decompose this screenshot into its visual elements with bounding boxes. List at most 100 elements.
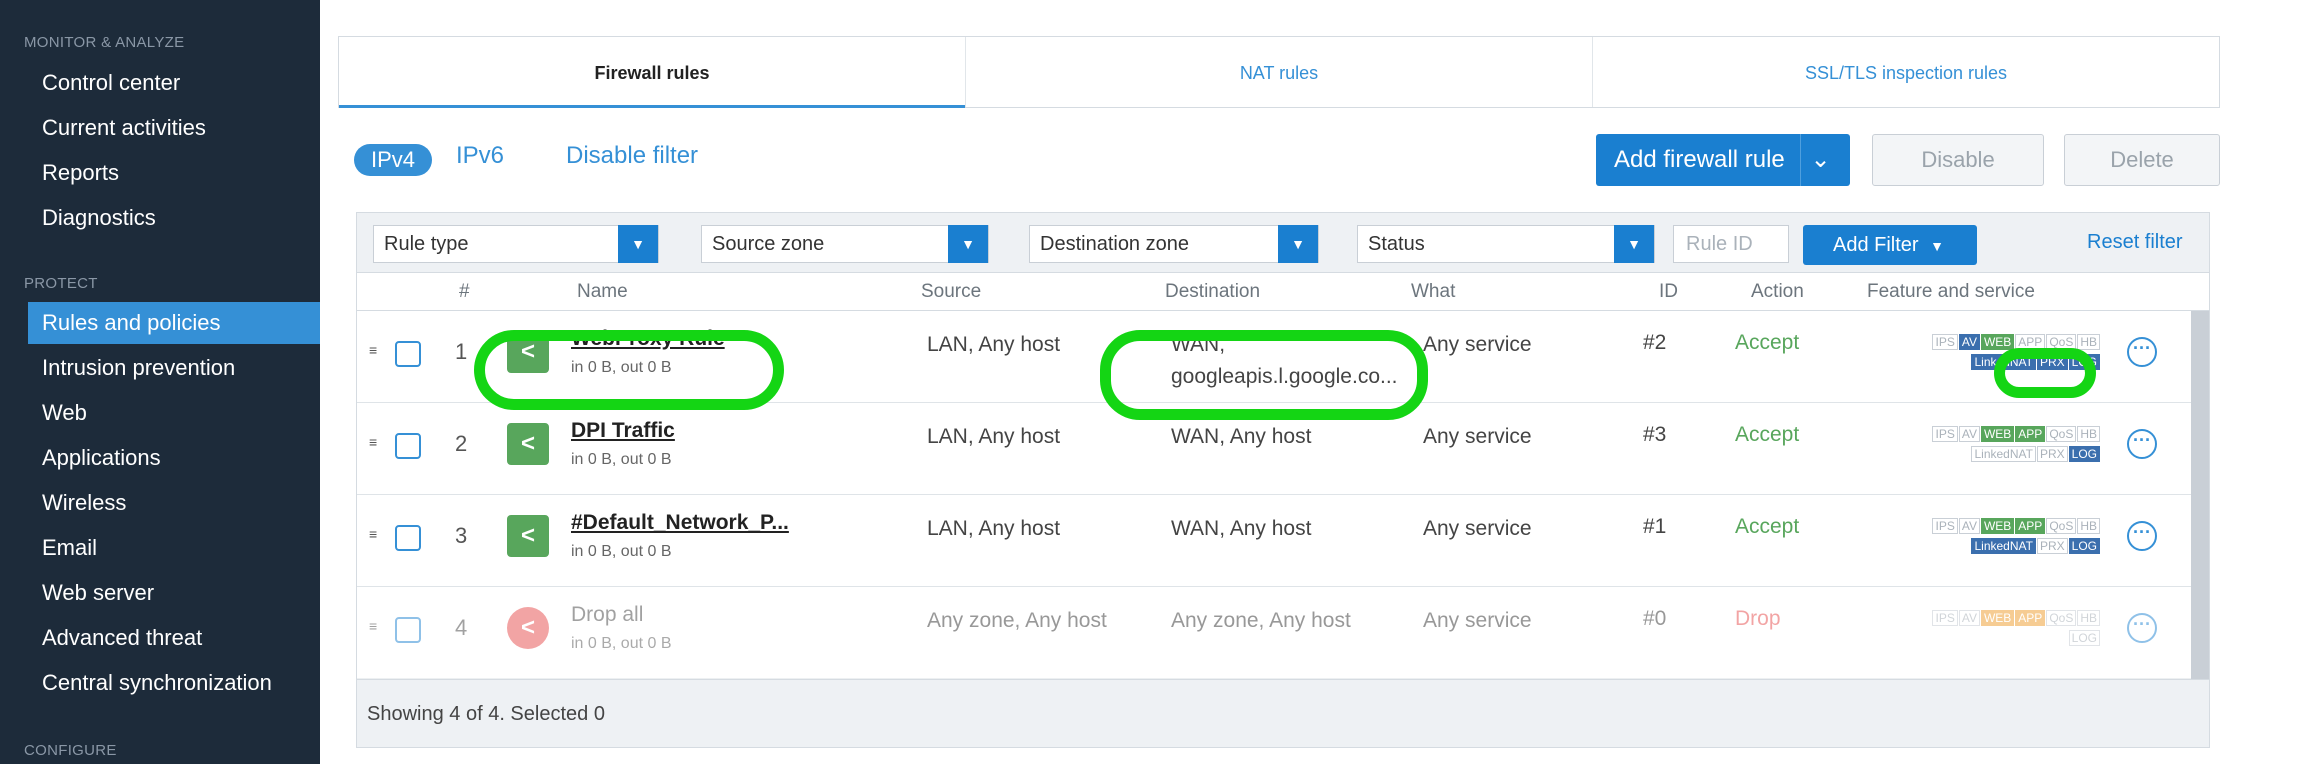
dropdown-arrow-icon[interactable]: ▼ bbox=[1278, 225, 1318, 263]
row-number: 3 bbox=[455, 523, 468, 548]
sidebar-item-intrusion-prevention[interactable]: Intrusion prevention bbox=[28, 347, 320, 389]
tab-firewall-rules[interactable]: Firewall rules bbox=[339, 37, 966, 108]
sidebar-item-central-synchronization[interactable]: Central synchronization bbox=[28, 662, 320, 704]
table-row[interactable]: ≡ 1 < WebProxy Rule in 0 B, out 0 B LAN,… bbox=[357, 311, 2191, 403]
allow-rule-icon: < bbox=[507, 515, 549, 557]
sidebar-item-current-activities[interactable]: Current activities bbox=[28, 107, 320, 149]
rule-name-link[interactable]: WebProxy Rule bbox=[571, 327, 725, 351]
disable-button[interactable]: Disable bbox=[1872, 134, 2044, 186]
badge-linkednat: LinkedNAT bbox=[1971, 354, 2036, 370]
ipv4-toggle[interactable]: IPv4 bbox=[354, 144, 432, 176]
main-content: Firewall rules NAT rules SSL/TLS inspect… bbox=[320, 0, 2324, 764]
rule-source: LAN, Any host bbox=[927, 517, 1061, 540]
rule-id: #3 bbox=[1643, 423, 1667, 446]
destination-zone-filter[interactable]: Destination zone ▼ bbox=[1029, 225, 1319, 263]
badge-app: APP bbox=[2015, 610, 2046, 626]
source-zone-filter[interactable]: Source zone ▼ bbox=[701, 225, 989, 263]
tab-nat-rules[interactable]: NAT rules bbox=[966, 37, 1593, 107]
badge-hb: HB bbox=[2077, 610, 2100, 626]
badge-app: APP bbox=[2015, 426, 2046, 442]
add-firewall-rule-button[interactable]: Add firewall rule ⌄ bbox=[1596, 134, 1850, 186]
more-options-icon[interactable]: ··· bbox=[2127, 521, 2157, 551]
tab-ssl-tls-inspection-rules[interactable]: SSL/TLS inspection rules bbox=[1593, 37, 2219, 107]
table-row[interactable]: ≡ 3 < #Default_Network_P... in 0 B, out … bbox=[357, 495, 2191, 587]
rule-name-link[interactable]: Drop all bbox=[571, 603, 643, 627]
rule-destination: WAN, Any host bbox=[1171, 425, 1312, 448]
sidebar-item-rules-and-policies[interactable]: Rules and policies bbox=[28, 302, 320, 344]
chevron-down-icon[interactable]: ⌄ bbox=[1800, 134, 1840, 186]
rule-name-link[interactable]: DPI Traffic bbox=[571, 419, 675, 443]
destination-zone-filter-label: Destination zone bbox=[1040, 233, 1189, 255]
badge-web: WEB bbox=[1980, 426, 2015, 442]
badge-app: APP bbox=[2015, 334, 2046, 350]
allow-rule-icon: < bbox=[507, 423, 549, 465]
table-row[interactable]: ≡ 2 < DPI Traffic in 0 B, out 0 B LAN, A… bbox=[357, 403, 2191, 495]
more-options-icon[interactable]: ··· bbox=[2127, 337, 2157, 367]
add-filter-button[interactable]: Add Filter ▼ bbox=[1803, 225, 1977, 265]
dropdown-arrow-icon[interactable]: ▼ bbox=[618, 225, 658, 263]
ipv6-toggle[interactable]: IPv6 bbox=[456, 142, 504, 170]
column-header-destination: Destination bbox=[1165, 281, 1261, 302]
table-row[interactable]: ≡ 4 < Drop all in 0 B, out 0 B Any zone,… bbox=[357, 587, 2191, 679]
sidebar-item-web-server[interactable]: Web server bbox=[28, 572, 320, 614]
rule-type-filter-label: Rule type bbox=[384, 233, 469, 255]
table-footer-status: Showing 4 of 4. Selected 0 bbox=[357, 679, 2209, 747]
row-checkbox[interactable] bbox=[395, 341, 421, 367]
drag-handle-icon[interactable]: ≡ bbox=[369, 527, 377, 541]
table-header: # Name Source Destination What ID Action… bbox=[357, 273, 2209, 311]
row-number: 1 bbox=[455, 339, 468, 364]
rule-service: Any service bbox=[1423, 517, 1532, 540]
badge-prx: PRX bbox=[2036, 354, 2068, 370]
badge-web: WEB bbox=[1980, 518, 2015, 534]
rule-action: Accept bbox=[1735, 515, 1800, 538]
badge-linkednat: LinkedNAT bbox=[1971, 538, 2036, 554]
rule-id: #2 bbox=[1643, 331, 1667, 354]
rules-panel: Rule type ▼ Source zone ▼ Destination zo… bbox=[356, 212, 2210, 748]
more-options-icon[interactable]: ··· bbox=[2127, 429, 2157, 459]
rule-service: Any service bbox=[1423, 425, 1532, 448]
status-filter[interactable]: Status ▼ bbox=[1357, 225, 1655, 263]
badge-qos: QoS bbox=[2046, 518, 2077, 534]
sidebar-item-applications[interactable]: Applications bbox=[28, 437, 320, 479]
sidebar-item-reports[interactable]: Reports bbox=[28, 152, 320, 194]
rule-id-input[interactable]: Rule ID bbox=[1673, 225, 1789, 263]
badge-web: WEB bbox=[1980, 610, 2015, 626]
dropdown-arrow-icon[interactable]: ▼ bbox=[948, 225, 988, 263]
rule-name-link[interactable]: #Default_Network_P... bbox=[571, 511, 789, 535]
drag-handle-icon[interactable]: ≡ bbox=[369, 619, 377, 633]
badge-av: AV bbox=[1958, 610, 1980, 626]
reset-filter-link[interactable]: Reset filter bbox=[2087, 231, 2183, 254]
column-header-action: Action bbox=[1751, 281, 1804, 302]
more-options-icon[interactable]: ··· bbox=[2127, 613, 2157, 643]
sidebar-item-wireless[interactable]: Wireless bbox=[28, 482, 320, 524]
column-header-source: Source bbox=[921, 281, 982, 302]
rule-traffic: in 0 B, out 0 B bbox=[571, 451, 672, 468]
row-checkbox[interactable] bbox=[395, 617, 421, 643]
rule-destination: WAN, bbox=[1171, 333, 1226, 356]
rule-destination: Any zone, Any host bbox=[1171, 609, 1351, 632]
drag-handle-icon[interactable]: ≡ bbox=[369, 343, 377, 357]
rule-action: Accept bbox=[1735, 423, 1800, 446]
sidebar-item-email[interactable]: Email bbox=[28, 527, 320, 569]
row-checkbox[interactable] bbox=[395, 525, 421, 551]
chevron-down-icon: ▼ bbox=[1930, 238, 1945, 254]
delete-button[interactable]: Delete bbox=[2064, 134, 2220, 186]
sidebar-item-control-center[interactable]: Control center bbox=[28, 62, 320, 104]
sidebar-item-web[interactable]: Web bbox=[28, 392, 320, 434]
rule-id: #1 bbox=[1643, 515, 1667, 538]
scrollbar[interactable] bbox=[2191, 311, 2209, 679]
badge-hb: HB bbox=[2077, 518, 2100, 534]
feature-badges: IPS AV WEB APP QoS HB LinkedNAT PRX LOG bbox=[1861, 333, 2101, 373]
drag-handle-icon[interactable]: ≡ bbox=[369, 435, 377, 449]
feature-badges: IPS AV WEB APP QoS HB LinkedNAT PRX LOG bbox=[1861, 517, 2101, 557]
dropdown-arrow-icon[interactable]: ▼ bbox=[1614, 225, 1654, 263]
badge-log: LOG bbox=[2068, 630, 2100, 646]
sidebar-item-diagnostics[interactable]: Diagnostics bbox=[28, 197, 320, 239]
row-checkbox[interactable] bbox=[395, 433, 421, 459]
disable-filter-link[interactable]: Disable filter bbox=[566, 142, 698, 170]
rule-source: LAN, Any host bbox=[927, 333, 1061, 356]
rule-traffic: in 0 B, out 0 B bbox=[571, 635, 672, 652]
sidebar-item-advanced-threat[interactable]: Advanced threat bbox=[28, 617, 320, 659]
rule-type-filter[interactable]: Rule type ▼ bbox=[373, 225, 659, 263]
badge-ips: IPS bbox=[1932, 610, 1958, 626]
